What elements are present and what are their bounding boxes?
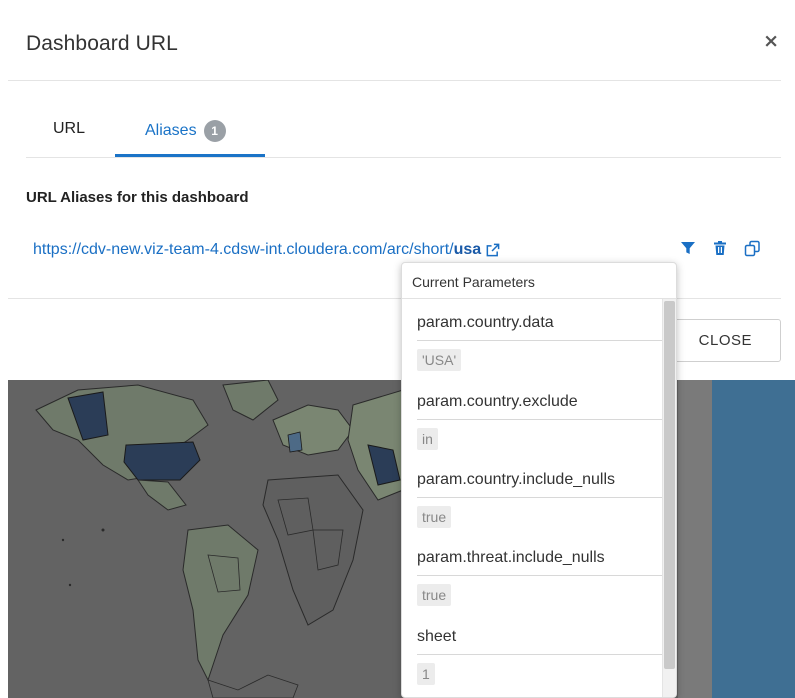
popover-title: Current Parameters <box>402 263 676 299</box>
aliases-count-badge: 1 <box>203 120 226 142</box>
param-value: 1 <box>417 663 435 685</box>
param-name: sheet <box>417 625 663 655</box>
param-name: param.country.exclude <box>417 390 663 420</box>
parameters-list: param.country.data 'USA' param.country.e… <box>402 299 663 697</box>
trash-icon[interactable] <box>712 240 730 258</box>
param-item: sheet 1 <box>417 625 663 685</box>
header-divider <box>8 80 781 81</box>
param-item: param.threat.include_nulls true <box>417 546 663 606</box>
close-icon[interactable]: × <box>763 30 779 52</box>
map-ocean-panel <box>712 380 795 698</box>
param-value: 'USA' <box>417 349 462 371</box>
section-title: URL Aliases for this dashboard <box>26 189 249 206</box>
close-button[interactable]: CLOSE <box>671 319 781 362</box>
alias-actions <box>680 240 762 258</box>
tabs-divider <box>26 157 781 158</box>
alias-url-link[interactable]: https://cdv-new.viz-team-4.cdsw-int.clou… <box>33 241 500 259</box>
param-item: param.country.include_nulls true <box>417 468 663 528</box>
param-item: param.country.exclude in <box>417 390 663 450</box>
modal-title: Dashboard URL <box>26 32 178 55</box>
current-parameters-popover: Current Parameters param.country.data 'U… <box>401 262 677 698</box>
tab-aliases[interactable]: Aliases 1 <box>145 120 226 142</box>
alias-url-name: usa <box>453 241 482 258</box>
param-value: true <box>417 584 452 606</box>
popover-scrollbar-thumb[interactable] <box>664 301 675 669</box>
alias-url-prefix: https://cdv-new.viz-team-4.cdsw-int.clou… <box>33 241 454 258</box>
tab-aliases-label: Aliases <box>145 122 197 139</box>
param-name: param.country.data <box>417 311 663 341</box>
param-name: param.country.include_nulls <box>417 468 663 498</box>
param-value: in <box>417 428 438 450</box>
filter-icon[interactable] <box>680 240 698 258</box>
copy-icon[interactable] <box>744 240 762 258</box>
param-item: param.country.data 'USA' <box>417 311 663 371</box>
param-value: true <box>417 506 452 528</box>
param-name: param.threat.include_nulls <box>417 546 663 576</box>
external-link-icon[interactable] <box>485 243 500 258</box>
tab-url[interactable]: URL <box>53 120 85 138</box>
